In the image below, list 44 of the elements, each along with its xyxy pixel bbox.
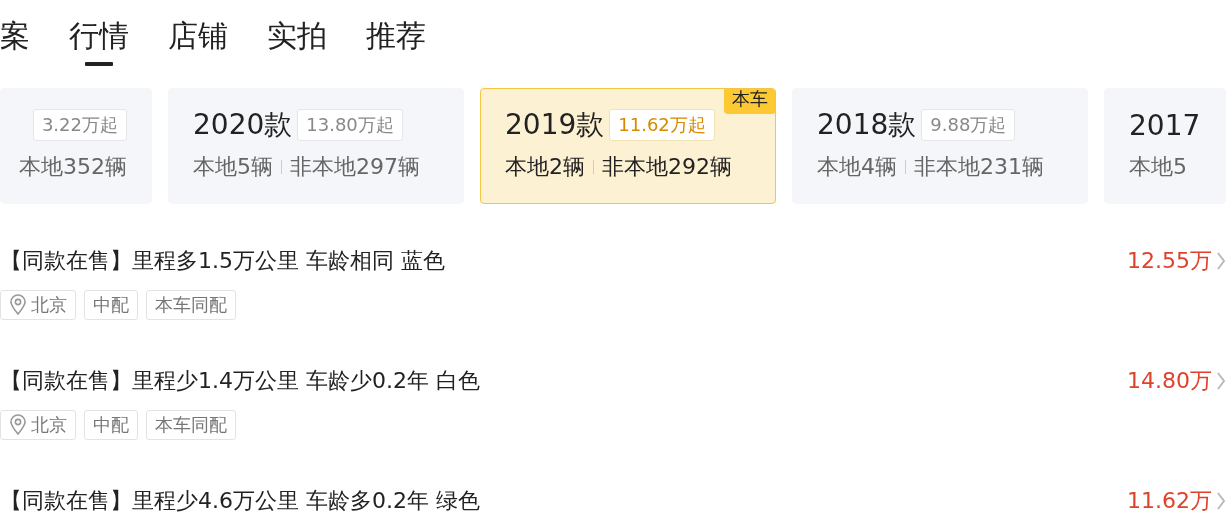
tab[interactable]: 店铺 [168,16,228,68]
price-tag: 13.80万起 [297,109,403,141]
current-car-badge: 本车 [724,89,775,114]
model-year: 2019款 [505,107,605,143]
tab[interactable]: 实拍 [267,16,327,68]
local-count: 本地4辆 [817,153,897,181]
chevron-right-icon [1216,251,1226,271]
tab[interactable]: 案 [0,16,30,68]
tab[interactable]: 推荐 [366,16,426,68]
listing-price: 14.80万 [1127,367,1212,395]
listing-price: 12.55万 [1127,247,1212,275]
price-tag: 9.88万起 [921,109,1016,141]
local-count: 本地5辆 [193,153,273,181]
model-year-card[interactable]: 2018款 9.88万起 本地4辆 非本地231辆 [792,88,1088,204]
location-tag: 北京 [0,410,76,440]
local-count: 本地2辆 [505,153,585,181]
chevron-right-icon [1216,491,1226,511]
listing-title[interactable]: 【同款在售】里程少1.4万公里 车龄少0.2年 白色 [0,366,480,396]
listing-price: 11.62万 [1127,487,1212,515]
location-pin-icon [9,414,27,436]
spec-tag: 中配 [84,410,138,440]
model-year-card[interactable]: 2019款 11.62万起 本地2辆 非本地292辆 本车 [480,88,776,204]
price-tag: 11.62万起 [609,109,715,141]
non-local-count: 本地352辆 [19,153,127,181]
non-local-count: 非本地231辆 [914,153,1044,181]
listing-title[interactable]: 【同款在售】里程多1.5万公里 车龄相同 蓝色 [0,246,445,276]
model-year: 2017 [1129,108,1201,142]
chevron-right-icon [1216,371,1226,391]
model-year-card[interactable]: 2017 本地5 [1104,88,1226,204]
listing-title[interactable]: 【同款在售】里程少4.6万公里 车龄多0.2年 绿色 [0,486,480,516]
model-year: 2020款 [193,107,293,143]
spec-tag: 中配 [84,290,138,320]
model-year-card[interactable]: 2020款 13.80万起 本地5辆 非本地297辆 [168,88,464,204]
spec-tag: 本车同配 [146,410,236,440]
model-year-card[interactable]: 3.22万起 本地352辆 [0,88,152,204]
price-tag: 3.22万起 [32,109,127,141]
location-tag: 北京 [0,290,76,320]
location-pin-icon [9,294,27,316]
local-count: 本地5 [1129,153,1187,181]
non-local-count: 非本地297辆 [290,153,420,181]
tab[interactable]: 行情 [69,16,129,68]
spec-tag: 本车同配 [146,290,236,320]
model-year: 2018款 [817,107,917,143]
non-local-count: 非本地292辆 [602,153,732,181]
